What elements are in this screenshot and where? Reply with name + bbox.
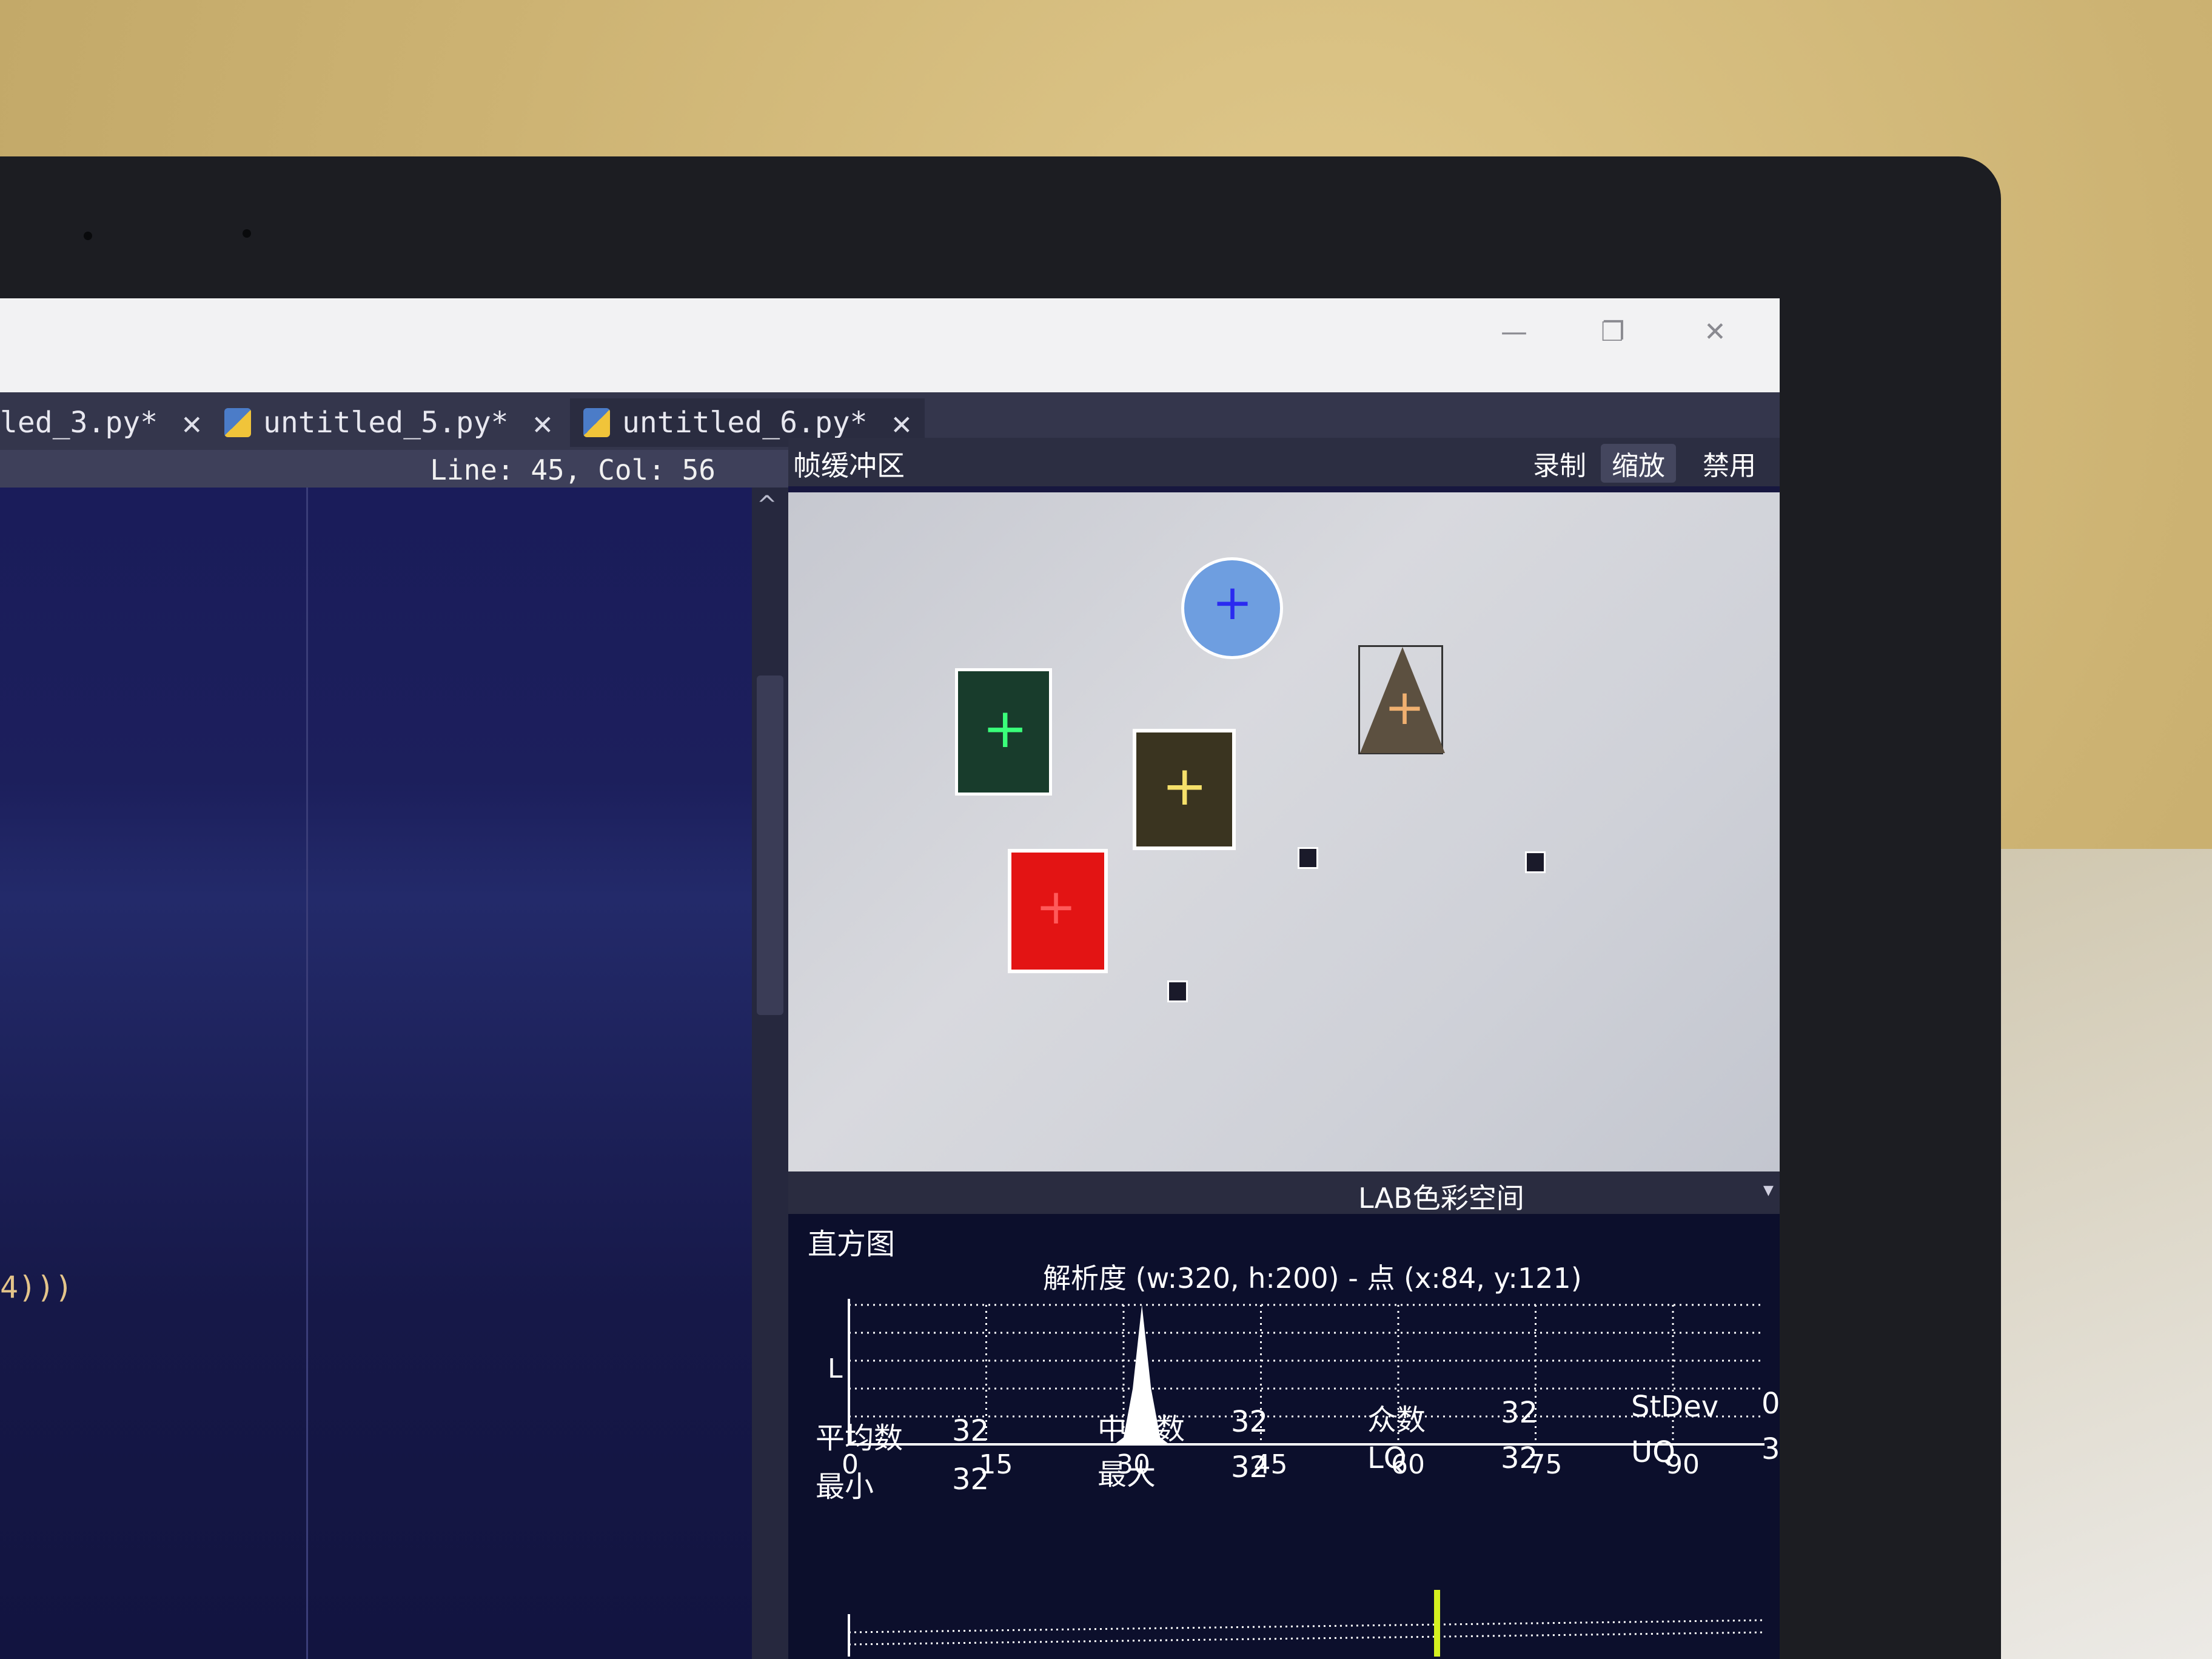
noise-blob bbox=[1525, 851, 1546, 873]
centroid-cross: + bbox=[1212, 574, 1253, 631]
mode-value: 32 bbox=[1501, 1396, 1538, 1430]
record-button[interactable]: 录制 bbox=[1522, 444, 1597, 483]
editor-status-bar: Line: 45, Col: 56 bbox=[0, 450, 788, 488]
median-value: 32 bbox=[1231, 1405, 1269, 1439]
histogram-title: 直方图 bbox=[808, 1227, 896, 1261]
chevron-down-icon[interactable]: ▾ bbox=[1763, 1178, 1774, 1202]
blue-circle-blob: + bbox=[1181, 557, 1283, 659]
green-rect-blob: + bbox=[955, 668, 1052, 796]
window-titlebar: — ❐ ✕ bbox=[0, 298, 1780, 392]
scroll-up-icon[interactable]: ^ bbox=[757, 491, 777, 519]
tab-label: untitled_5.py* bbox=[263, 406, 509, 440]
centroid-cross: + bbox=[1384, 679, 1426, 736]
median-label: 中位数 bbox=[1098, 1412, 1185, 1446]
zoom-button[interactable]: 缩放 bbox=[1601, 444, 1676, 483]
colorspace-label: LAB色彩空间 bbox=[1358, 1182, 1524, 1215]
centroid-cross: + bbox=[1162, 754, 1208, 818]
red-rect-blob: + bbox=[1008, 849, 1108, 973]
close-icon[interactable]: ✕ bbox=[182, 404, 202, 442]
close-icon[interactable]: ✕ bbox=[533, 404, 553, 442]
restore-icon[interactable]: ❐ bbox=[1601, 317, 1624, 347]
tab-led-3[interactable]: led_3.py* ✕ bbox=[0, 398, 202, 447]
noise-blob bbox=[1298, 847, 1318, 869]
indicator-led bbox=[84, 232, 92, 240]
lq-value: 32 bbox=[1501, 1441, 1538, 1475]
lq-label: LQ bbox=[1367, 1441, 1407, 1475]
stdev-value: 0 bbox=[1761, 1387, 1780, 1421]
tab-label: led_3.py* bbox=[0, 406, 158, 440]
max-label: 最大 bbox=[1098, 1458, 1156, 1492]
y-axis-label: L bbox=[828, 1353, 843, 1384]
colorspace-selector[interactable]: LAB色彩空间 ▾ bbox=[788, 1171, 1780, 1215]
frame-buffer-title: 帧缓冲区 bbox=[793, 449, 905, 482]
grid-line bbox=[848, 1619, 1765, 1634]
noise-blob bbox=[1167, 980, 1188, 1002]
yellow-rect-blob: + bbox=[1133, 729, 1236, 850]
disable-button[interactable]: 禁用 bbox=[1692, 444, 1767, 483]
code-area[interactable]: 4))) bbox=[0, 488, 752, 1659]
code-editor[interactable]: Line: 45, Col: 56 4))) ^ bbox=[0, 450, 788, 1659]
screen: — ❐ ✕ led_3.py* ✕ untitled_5.py* ✕ untit… bbox=[0, 298, 1780, 1659]
mean-value: 32 bbox=[952, 1414, 990, 1448]
python-file-icon bbox=[224, 408, 251, 437]
mean-label: 平均数 bbox=[816, 1421, 903, 1455]
uq-label: UQ bbox=[1631, 1435, 1675, 1469]
resolution-readout: 解析度 (w:320, h:200) - 点 (x:84, y:121) bbox=[1043, 1262, 1582, 1295]
close-icon[interactable]: ✕ bbox=[1704, 317, 1726, 347]
frame-buffer-header: 帧缓冲区 录制 缩放 禁用 bbox=[788, 438, 1780, 486]
centroid-cross: + bbox=[982, 697, 1028, 760]
second-histogram-partial bbox=[848, 1590, 1765, 1657]
grid-line bbox=[848, 1631, 1765, 1646]
centroid-cross: + bbox=[1036, 879, 1077, 935]
python-file-icon bbox=[583, 408, 610, 437]
cursor-position: Line: 45, Col: 56 bbox=[430, 454, 716, 486]
indicator-led bbox=[243, 229, 251, 238]
min-value: 32 bbox=[952, 1463, 990, 1496]
triangle-blob: + bbox=[1358, 645, 1445, 754]
histogram-panel: LAB色彩空间 ▾ 直方图 解析度 (w:320, h:200) - 点 (x:… bbox=[788, 1171, 1780, 1659]
stdev-label: StDev bbox=[1631, 1390, 1719, 1424]
max-value: 32 bbox=[1231, 1450, 1269, 1484]
minimize-icon[interactable]: — bbox=[1501, 317, 1527, 347]
close-icon[interactable]: ✕ bbox=[892, 404, 912, 442]
mode-label: 众数 bbox=[1367, 1403, 1426, 1437]
indent-guide bbox=[306, 488, 308, 1659]
min-label: 最小 bbox=[816, 1470, 874, 1504]
tab-untitled-5[interactable]: untitled_5.py* ✕ bbox=[224, 398, 552, 447]
frame-buffer-image[interactable]: + + + + + bbox=[788, 492, 1780, 1171]
scroll-thumb[interactable] bbox=[757, 675, 783, 1015]
code-line: 4))) bbox=[0, 1270, 73, 1305]
editor-scrollbar[interactable]: ^ bbox=[752, 488, 788, 1659]
uq-value: 32 bbox=[1761, 1432, 1780, 1466]
tab-label: untitled_6.py* bbox=[622, 406, 868, 440]
